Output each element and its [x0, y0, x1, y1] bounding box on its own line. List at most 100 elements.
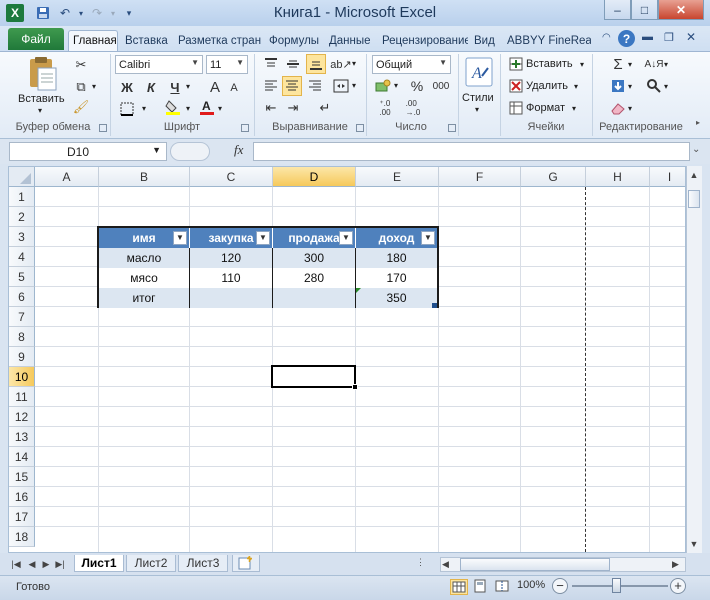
- italic-button[interactable]: К: [142, 78, 160, 96]
- name-box-dropdown-icon[interactable]: ▼: [152, 145, 161, 155]
- new-sheet-icon[interactable]: [232, 555, 260, 572]
- row-header-11[interactable]: 11: [9, 387, 35, 407]
- fill-handle[interactable]: [352, 384, 358, 390]
- worksheet-grid[interactable]: A B C D E F G H I 1 2 3 4 5 6 7 8 9 10 1…: [8, 166, 686, 553]
- workbook-minimize-icon[interactable]: ▬: [642, 31, 653, 43]
- scroll-right-icon[interactable]: ▶: [672, 559, 679, 570]
- next-sheet-icon[interactable]: ▶: [40, 557, 52, 571]
- column-header-h[interactable]: H: [586, 167, 650, 187]
- format-painter-icon[interactable]: 🖌: [72, 98, 90, 116]
- thousands-button[interactable]: 000: [430, 77, 452, 95]
- find-select-dropdown-icon[interactable]: ▾: [664, 82, 668, 91]
- table-cell[interactable]: масло: [99, 248, 190, 268]
- paste-button[interactable]: Вставить: [18, 93, 65, 105]
- filter-dropdown-icon[interactable]: ▼: [421, 231, 435, 245]
- scroll-left-icon[interactable]: ◀: [442, 559, 449, 570]
- page-layout-view-icon[interactable]: [472, 579, 490, 595]
- page-break-view-icon[interactable]: [494, 579, 512, 595]
- row-header-3[interactable]: 3: [9, 227, 35, 247]
- underline-button[interactable]: Ч: [166, 78, 184, 96]
- sheet-tab-3[interactable]: Лист3: [178, 555, 228, 572]
- table-cell[interactable]: 350: [356, 288, 437, 308]
- tab-split-handle[interactable]: ⋮: [416, 557, 425, 572]
- maximize-button[interactable]: □: [631, 0, 658, 20]
- row-header-1[interactable]: 1: [9, 187, 35, 207]
- table-cell[interactable]: [273, 288, 356, 308]
- decrease-decimal-icon[interactable]: .00 →.0: [402, 99, 424, 117]
- table-resize-handle[interactable]: [432, 303, 437, 308]
- table-cell[interactable]: итог: [99, 288, 190, 308]
- align-center-icon[interactable]: [282, 76, 302, 96]
- merge-center-icon[interactable]: [332, 77, 350, 95]
- scroll-up-icon[interactable]: ▲: [688, 170, 700, 182]
- first-sheet-icon[interactable]: |◀: [10, 557, 22, 571]
- table-cell[interactable]: 170: [356, 268, 437, 288]
- minimize-ribbon-icon[interactable]: ◠: [602, 32, 611, 43]
- fill-dropdown-icon[interactable]: ▾: [628, 82, 632, 91]
- increase-indent-icon[interactable]: ⇥: [284, 99, 302, 117]
- zoom-level[interactable]: 100%: [517, 579, 545, 591]
- row-header-17[interactable]: 17: [9, 507, 35, 527]
- bold-button[interactable]: Ж: [118, 78, 136, 96]
- tab-formulas[interactable]: Формулы: [265, 30, 324, 51]
- cut-icon[interactable]: ✂: [72, 56, 90, 74]
- paste-dropdown-icon[interactable]: ▾: [38, 106, 42, 115]
- copy-icon[interactable]: ⧉: [72, 78, 90, 96]
- tab-view[interactable]: Вид: [470, 30, 500, 51]
- row-header-18[interactable]: 18: [9, 527, 35, 547]
- clear-icon[interactable]: [610, 100, 626, 116]
- sheet-tab-2[interactable]: Лист2: [126, 555, 176, 572]
- tab-home[interactable]: Главная: [68, 30, 118, 51]
- column-header-a[interactable]: A: [35, 167, 99, 187]
- expand-formula-bar-icon[interactable]: ⌄: [692, 144, 700, 155]
- row-header-7[interactable]: 7: [9, 307, 35, 327]
- formula-bar-expander[interactable]: [170, 142, 210, 161]
- font-color-icon[interactable]: A: [198, 98, 216, 116]
- format-cells-dropdown-icon[interactable]: ▾: [572, 104, 576, 113]
- ribbon-scroll-icon[interactable]: ▸: [696, 118, 700, 127]
- borders-dropdown-icon[interactable]: ▾: [142, 104, 146, 113]
- row-header-9[interactable]: 9: [9, 347, 35, 367]
- tab-abbyy[interactable]: ABBYY FineReader: [503, 30, 591, 51]
- zoom-slider-thumb[interactable]: [612, 578, 621, 593]
- copy-dropdown-icon[interactable]: ▾: [92, 82, 96, 91]
- insert-cells-button[interactable]: Вставить: [526, 58, 573, 70]
- vertical-scroll-thumb[interactable]: [688, 190, 700, 208]
- tab-insert[interactable]: Вставка: [121, 30, 173, 51]
- fill-icon[interactable]: [610, 78, 626, 94]
- tab-data[interactable]: Данные: [325, 30, 377, 51]
- number-launcher-icon[interactable]: [448, 124, 456, 132]
- table-cell[interactable]: мясо: [99, 268, 190, 288]
- clipboard-launcher-icon[interactable]: [99, 124, 107, 132]
- clear-dropdown-icon[interactable]: ▾: [628, 104, 632, 113]
- minimize-button[interactable]: –: [604, 0, 631, 20]
- styles-icon[interactable]: A: [464, 56, 494, 88]
- underline-dropdown-icon[interactable]: ▾: [186, 82, 190, 91]
- fill-color-dropdown-icon[interactable]: ▾: [186, 104, 190, 113]
- format-cells-icon[interactable]: [508, 100, 524, 116]
- column-header-e[interactable]: E: [356, 167, 439, 187]
- paste-clipboard-icon[interactable]: [22, 56, 62, 92]
- select-all-corner[interactable]: [9, 167, 35, 187]
- column-header-g[interactable]: G: [521, 167, 586, 187]
- table-cell[interactable]: 180: [356, 248, 437, 268]
- currency-icon[interactable]: [374, 77, 392, 95]
- help-icon[interactable]: ?: [618, 30, 635, 47]
- autosum-button[interactable]: Σ: [610, 55, 626, 73]
- horizontal-scroll-thumb[interactable]: [460, 558, 610, 571]
- insert-cells-icon[interactable]: [508, 56, 524, 72]
- row-header-14[interactable]: 14: [9, 447, 35, 467]
- sort-filter-dropdown-icon[interactable]: ▾: [664, 60, 668, 69]
- table-cell[interactable]: 110: [190, 268, 273, 288]
- table-cell[interactable]: 280: [273, 268, 356, 288]
- borders-icon[interactable]: [118, 100, 136, 118]
- font-color-dropdown-icon[interactable]: ▾: [218, 104, 222, 113]
- insert-cells-dropdown-icon[interactable]: ▾: [580, 60, 584, 69]
- row-header-4[interactable]: 4: [9, 247, 35, 267]
- filter-dropdown-icon[interactable]: ▼: [173, 231, 187, 245]
- table-cell[interactable]: 120: [190, 248, 273, 268]
- zoom-in-button[interactable]: +: [670, 578, 686, 594]
- styles-button[interactable]: Стили: [462, 92, 494, 104]
- column-header-b[interactable]: B: [99, 167, 190, 187]
- table-header-cell[interactable]: закупка ▼: [190, 228, 273, 248]
